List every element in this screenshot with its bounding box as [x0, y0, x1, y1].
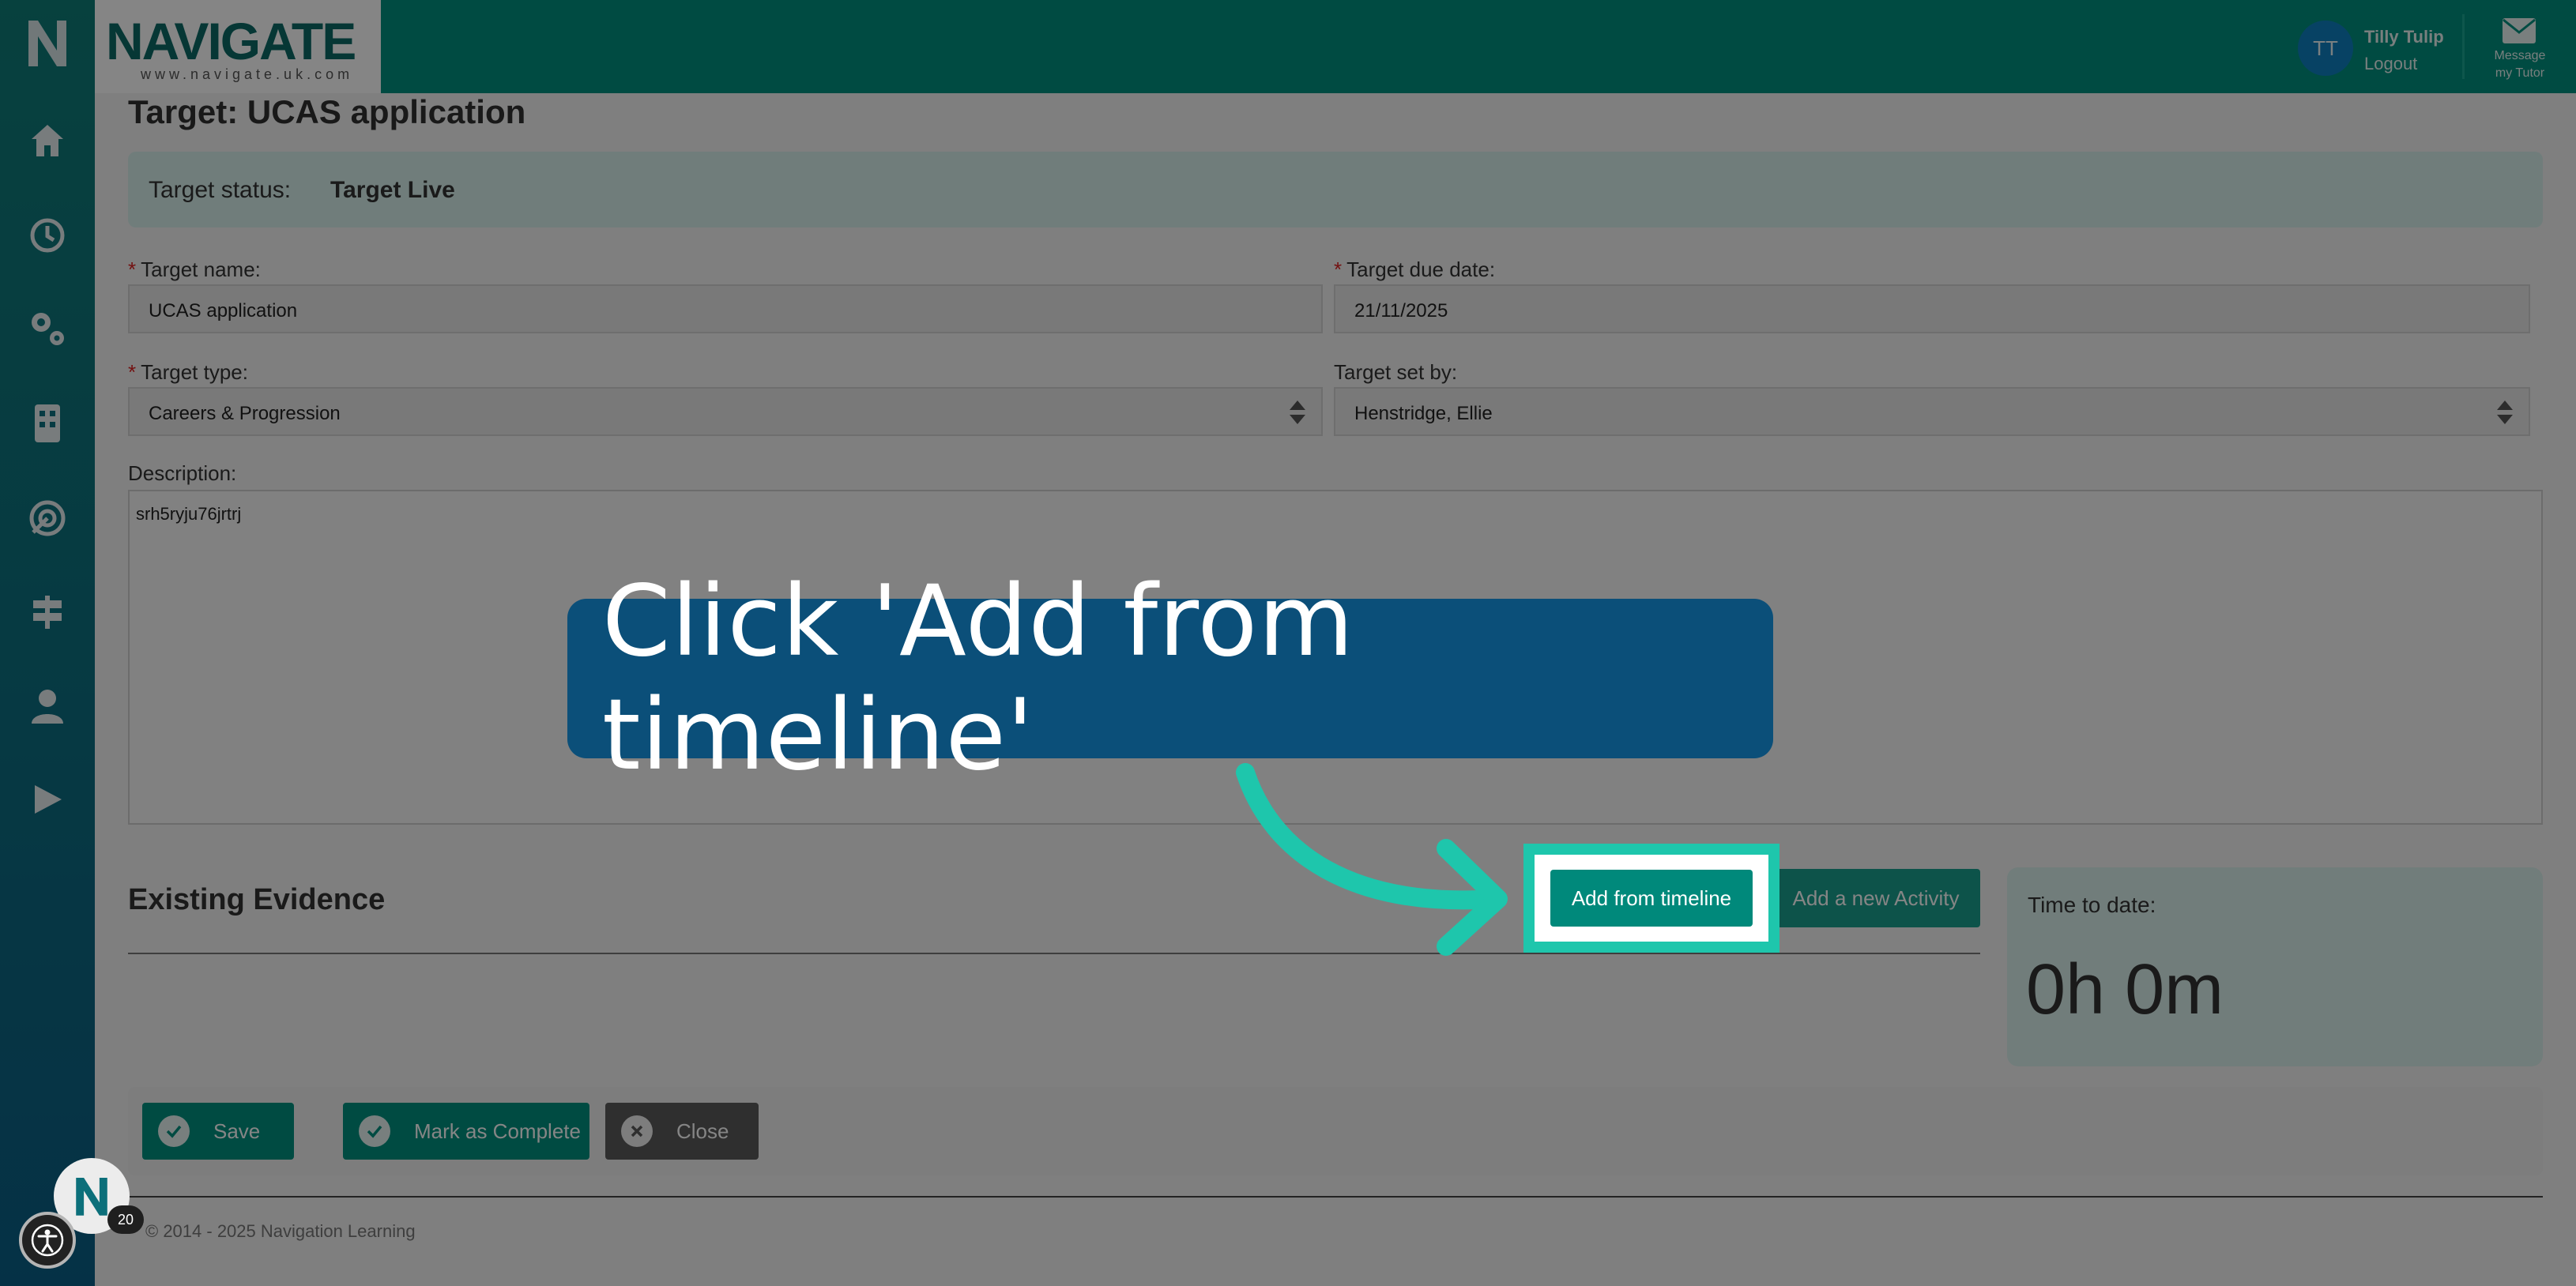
instruction-text: Click 'Add from timeline': [602, 565, 1355, 792]
accessibility-icon: [31, 1224, 64, 1257]
instruction-callout: Click 'Add from timeline': [567, 565, 1773, 792]
highlight-frame: Add from timeline: [1523, 844, 1779, 953]
accessibility-button[interactable]: [19, 1212, 76, 1269]
curved-arrow-icon: [1236, 763, 1508, 956]
add-from-timeline-button[interactable]: Add from timeline: [1550, 870, 1753, 927]
notification-count-badge: 20: [107, 1205, 144, 1234]
navigate-logo-icon: [76, 1177, 107, 1216]
